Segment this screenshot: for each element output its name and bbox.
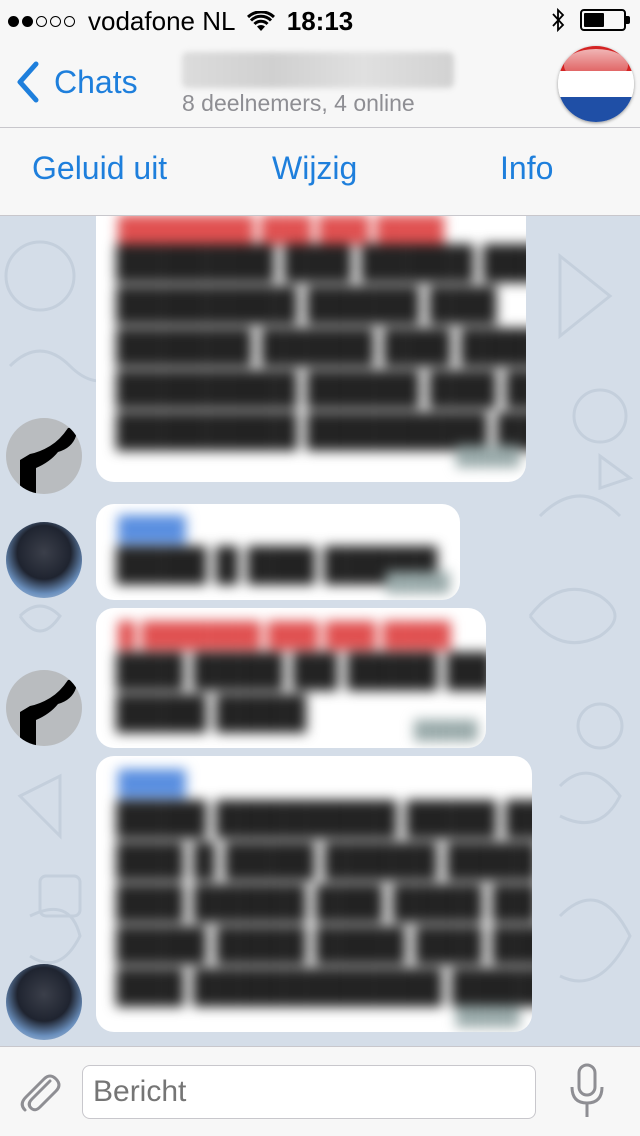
back-chevron-icon (17, 61, 39, 103)
back-label: Chats (54, 63, 138, 100)
message-composer (0, 1046, 640, 1136)
avatar-silhouette-icon (20, 427, 77, 494)
status-time: 18:13 (286, 6, 354, 36)
avatar-silhouette-icon (20, 679, 77, 746)
message-bubble[interactable]: █ ███████ ███ ███ ████ ███ ████ ██ ████ … (96, 608, 486, 748)
avatar[interactable] (6, 964, 82, 1040)
battery-icon (580, 9, 630, 31)
avatar[interactable] (6, 418, 82, 494)
message-bubble[interactable]: ████████ ███ ███ ████ ███████ ███ █████ … (96, 216, 526, 482)
edit-button[interactable]: Wijzig (272, 150, 357, 187)
message-input[interactable] (82, 1065, 536, 1119)
status-bar: vodafone NL 18:13 (0, 0, 640, 40)
bluetooth-icon (552, 7, 565, 33)
group-member-count: 8 deelnemers, 4 online (182, 90, 415, 116)
info-button[interactable]: Info (500, 150, 553, 187)
avatar[interactable] (6, 522, 82, 598)
mute-button[interactable]: Geluid uit (32, 150, 167, 187)
group-title-redacted[interactable] (182, 52, 454, 88)
group-avatar[interactable] (558, 46, 634, 122)
avatar[interactable] (6, 670, 82, 746)
group-action-bar: Geluid uit Wijzig Info (0, 128, 640, 216)
microphone-icon[interactable] (568, 1063, 606, 1119)
message-list[interactable]: ████████ ███ ███ ████ ███████ ███ █████ … (0, 216, 640, 1046)
message-bubble[interactable]: ████ ████ █ ███ █████ █████ (96, 504, 460, 600)
message-bubble[interactable]: ████ ████ ████████ ████ █ ███ █ █ ███ █ ███… (96, 756, 532, 1032)
attach-icon[interactable] (16, 1067, 62, 1115)
navigation-bar: Chats 8 deelnemers, 4 online (0, 40, 640, 128)
back-button[interactable]: Chats (14, 60, 138, 104)
status-right (550, 7, 630, 33)
